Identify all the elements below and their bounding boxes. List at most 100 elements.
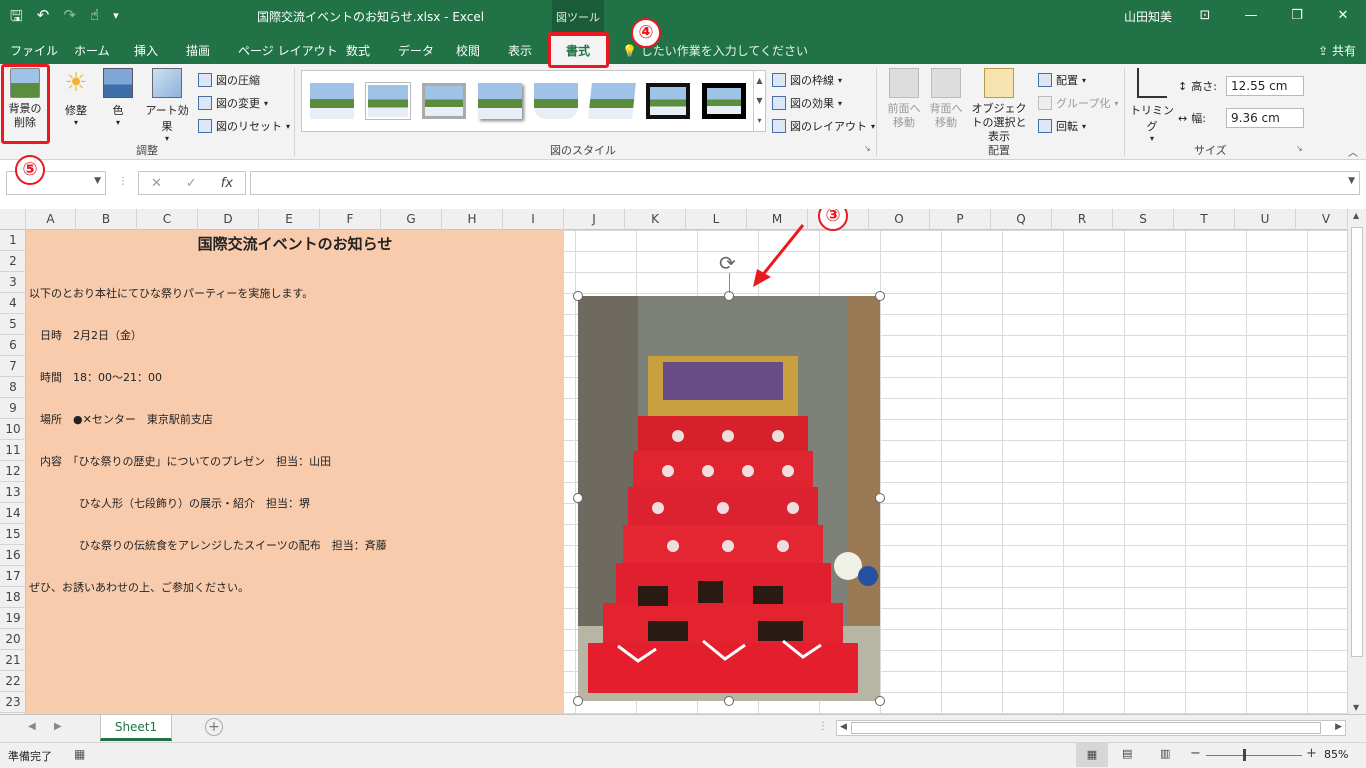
resize-handle-sw[interactable] [573, 696, 583, 706]
dialog-launcher-icon[interactable]: ↘ [864, 144, 871, 153]
row-header[interactable]: 21 [0, 650, 26, 671]
picture-effects-button[interactable]: 図の効果 ▾ [772, 95, 842, 111]
sheet-tab[interactable]: Sheet1 [100, 715, 172, 741]
zoom-out-icon[interactable]: − [1190, 746, 1201, 761]
column-header[interactable]: P [930, 209, 991, 230]
column-header[interactable]: A [26, 209, 76, 230]
minimize-icon[interactable]: — [1228, 0, 1274, 32]
row-header[interactable]: 17 [0, 566, 26, 587]
column-header[interactable]: J [564, 209, 625, 230]
cancel-icon[interactable]: ✕ [151, 176, 162, 191]
zoom-level[interactable]: 85% [1324, 748, 1348, 761]
row-header[interactable]: 7 [0, 356, 26, 377]
style-thumb[interactable] [702, 83, 746, 119]
restore-icon[interactable]: ❐ [1274, 0, 1320, 32]
style-thumb[interactable] [422, 83, 466, 119]
row-header[interactable]: 9 [0, 398, 26, 419]
horizontal-scrollbar[interactable]: ◀ ▶ [836, 720, 1346, 736]
tab-file[interactable]: ファイル [10, 42, 58, 59]
insert-function-icon[interactable]: fx [221, 176, 233, 191]
row-header[interactable]: 8 [0, 377, 26, 398]
column-header[interactable]: V [1296, 209, 1347, 230]
column-header[interactable]: G [381, 209, 442, 230]
row-header[interactable]: 20 [0, 629, 26, 650]
zoom-slider[interactable] [1206, 755, 1302, 756]
row-header[interactable]: 15 [0, 524, 26, 545]
width-input[interactable]: 9.36 cm [1226, 108, 1304, 128]
macro-record-icon[interactable]: ▦ [74, 747, 85, 761]
page-layout-view-icon[interactable]: ▤ [1122, 747, 1132, 760]
normal-view-icon[interactable]: ▦ [1076, 743, 1108, 767]
column-header[interactable]: D [198, 209, 259, 230]
tab-view[interactable]: 表示 [508, 42, 532, 59]
touch-mode-icon[interactable]: ☝ [90, 6, 99, 31]
tab-home[interactable]: ホーム [74, 42, 110, 59]
customize-qat-icon[interactable]: ▾ [113, 6, 119, 31]
tab-review[interactable]: 校閲 [456, 42, 480, 59]
page-break-view-icon[interactable]: ▥ [1160, 747, 1170, 760]
row-header[interactable]: 16 [0, 545, 26, 566]
height-input[interactable]: 12.55 cm [1226, 76, 1304, 96]
prev-sheet-icon[interactable]: ◀ [28, 721, 36, 732]
tab-page-layout[interactable]: ページ レイアウト [238, 42, 338, 59]
column-header[interactable]: E [259, 209, 320, 230]
scroll-left-icon[interactable]: ◀ [840, 722, 847, 732]
group-button[interactable]: グループ化 ▾ [1038, 95, 1118, 111]
resize-handle-w[interactable] [573, 493, 583, 503]
tab-draw[interactable]: 描画 [186, 42, 210, 59]
corrections-button[interactable]: ☀ 修整 ▾ [58, 68, 94, 127]
picture-layout-button[interactable]: 図のレイアウト ▾ [772, 118, 875, 134]
compress-pictures-button[interactable]: 図の圧縮 [198, 72, 260, 88]
resize-handle-e[interactable] [875, 493, 885, 503]
style-thumb[interactable] [534, 83, 578, 119]
rotate-handle-icon[interactable]: ⟳ [719, 251, 736, 275]
formula-input[interactable]: ▼ [250, 171, 1360, 195]
column-header[interactable]: I [503, 209, 564, 230]
scroll-right-icon[interactable]: ▶ [1335, 722, 1342, 732]
tab-formulas[interactable]: 数式 [346, 42, 370, 59]
formula-bar-handle[interactable]: ⋮ [118, 176, 128, 187]
user-name[interactable]: 山田知美 [1124, 8, 1172, 25]
column-header[interactable]: K [625, 209, 686, 230]
collapse-ribbon-icon[interactable]: ︿ [1348, 144, 1358, 159]
expand-formula-icon[interactable]: ▼ [1348, 176, 1355, 186]
style-thumb[interactable] [588, 83, 636, 119]
send-backward-button[interactable]: 背面へ移動 [924, 68, 968, 130]
row-header[interactable]: 11 [0, 440, 26, 461]
row-header[interactable]: 3 [0, 272, 26, 293]
zoom-in-icon[interactable]: + [1306, 746, 1317, 761]
gallery-scroll[interactable]: ▲ ▼ ▾ [753, 71, 765, 131]
column-header[interactable]: H [442, 209, 503, 230]
row-header[interactable]: 19 [0, 608, 26, 629]
column-header[interactable]: C [137, 209, 198, 230]
bring-forward-button[interactable]: 前面へ移動 [882, 68, 926, 130]
column-header[interactable]: Q [991, 209, 1052, 230]
hscroll-thumb[interactable] [851, 722, 1321, 734]
row-header[interactable]: 4 [0, 293, 26, 314]
column-header[interactable]: T [1174, 209, 1235, 230]
tab-data[interactable]: データ [398, 42, 434, 59]
worksheet-grid[interactable]: ABCDEFGHIJKLMNOPQRSTUV 12345678910111213… [0, 209, 1347, 714]
new-sheet-icon[interactable]: + [205, 718, 223, 736]
row-header[interactable]: 10 [0, 419, 26, 440]
style-thumb[interactable] [646, 83, 690, 119]
column-header[interactable]: O [869, 209, 930, 230]
row-header[interactable]: 13 [0, 482, 26, 503]
row-header[interactable]: 12 [0, 461, 26, 482]
tab-insert[interactable]: 挿入 [134, 42, 158, 59]
select-all-corner[interactable] [0, 209, 26, 230]
hscroll-handle[interactable]: ⋮ [818, 721, 828, 732]
row-header[interactable]: 5 [0, 314, 26, 335]
resize-handle-nw[interactable] [573, 291, 583, 301]
crop-button[interactable]: トリミング ▾ [1130, 68, 1174, 143]
rotate-button[interactable]: 回転 ▾ [1038, 118, 1086, 134]
column-header[interactable]: S [1113, 209, 1174, 230]
row-header[interactable]: 23 [0, 692, 26, 713]
style-thumb[interactable] [366, 83, 410, 119]
picture-border-button[interactable]: 図の枠線 ▾ [772, 72, 842, 88]
resize-handle-ne[interactable] [875, 291, 885, 301]
reset-picture-button[interactable]: 図のリセット ▾ [198, 118, 290, 134]
row-header[interactable]: 14 [0, 503, 26, 524]
save-icon[interactable]: 🖫 [10, 6, 23, 31]
column-header[interactable]: U [1235, 209, 1296, 230]
